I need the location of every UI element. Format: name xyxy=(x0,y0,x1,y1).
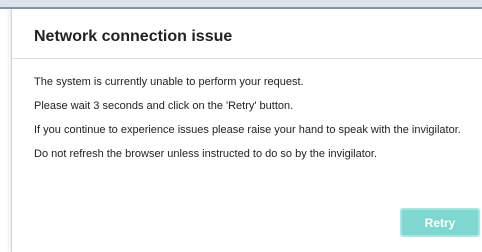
message-wait-retry: Please wait 3 seconds and click on the '… xyxy=(34,100,294,112)
dialog-body: The system is currently unable to perfor… xyxy=(12,59,482,161)
network-error-dialog: Network connection issue The system is c… xyxy=(11,9,482,252)
message-do-not-refresh: Do not refresh the browser unless instru… xyxy=(34,148,378,160)
message-raise-hand: If you continue to experience issues ple… xyxy=(34,124,461,136)
dialog-header: Network connection issue xyxy=(12,9,482,59)
message-unable: The system is currently unable to perfor… xyxy=(34,76,304,88)
dialog-title: Network connection issue xyxy=(34,28,233,45)
window-top-strip xyxy=(0,0,482,9)
retry-button[interactable]: Retry xyxy=(400,208,480,237)
